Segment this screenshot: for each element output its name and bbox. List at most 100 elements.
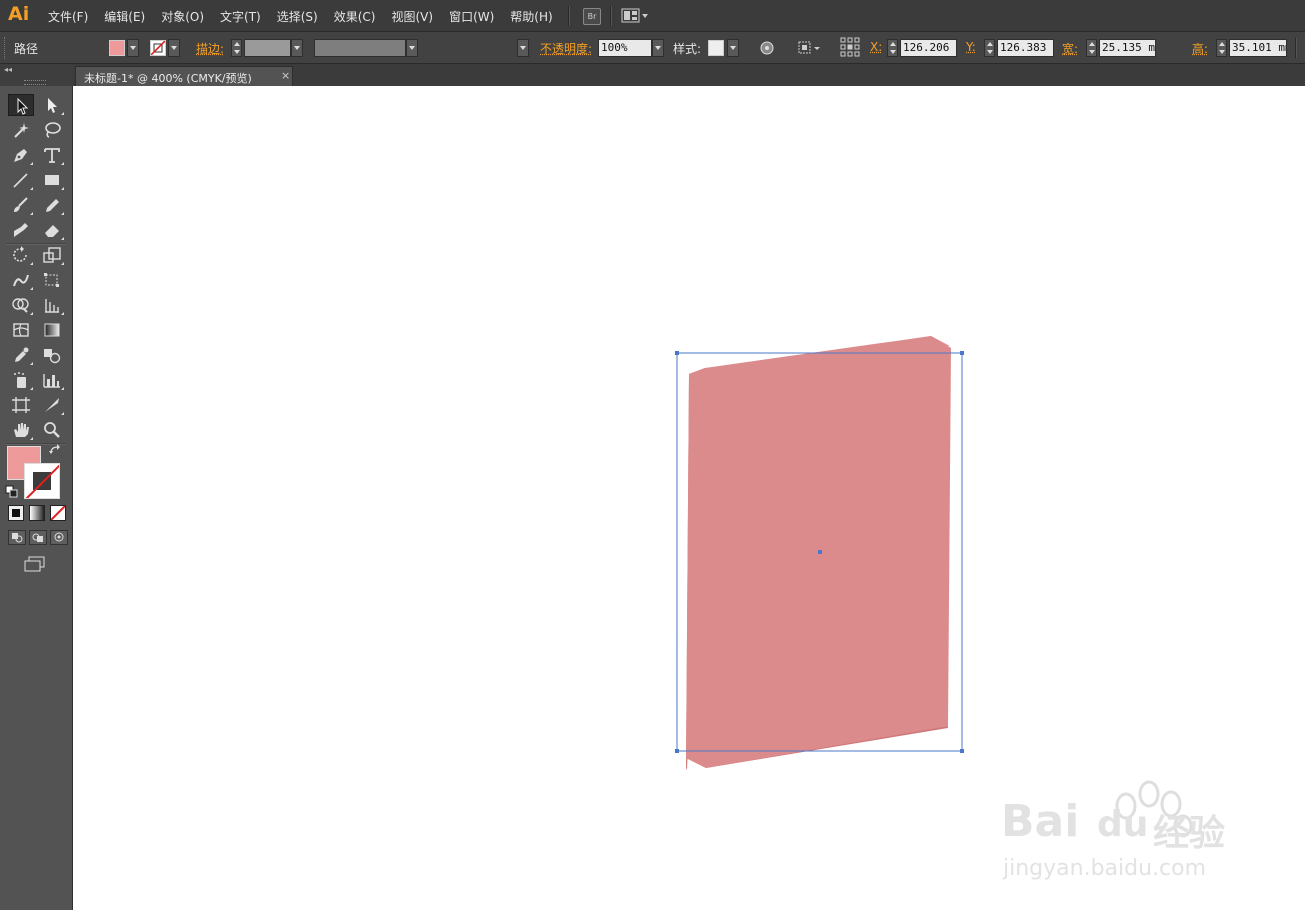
control-bar-grip[interactable] xyxy=(4,37,8,59)
tools-panel-grip[interactable] xyxy=(24,80,46,85)
variable-width-dropdown[interactable] xyxy=(406,39,418,57)
gradient-mode-button[interactable] xyxy=(29,505,45,521)
fill-color-swatch[interactable] xyxy=(109,40,125,56)
width-label[interactable]: 宽: xyxy=(1062,40,1078,57)
rotate-tool[interactable] xyxy=(8,244,34,266)
x-position-field[interactable]: 126.206 m xyxy=(900,39,957,57)
symbol-sprayer-tool[interactable] xyxy=(8,369,34,391)
line-segment-tool[interactable] xyxy=(8,169,34,191)
stroke-weight-dropdown[interactable] xyxy=(291,39,303,57)
y-position-label[interactable]: Y: xyxy=(966,40,976,54)
none-mode-button[interactable] xyxy=(50,505,66,521)
draw-inside-button[interactable] xyxy=(50,530,68,545)
stroke-color-swatch[interactable] xyxy=(150,40,166,56)
scale-icon xyxy=(43,247,61,263)
pencil-tool[interactable] xyxy=(39,194,65,216)
default-colors-button[interactable] xyxy=(5,485,19,499)
menu-type[interactable]: 文字(T) xyxy=(212,8,269,25)
document-tab[interactable]: 未标题-1* @ 400% (CMYK/预览) × xyxy=(75,66,293,86)
free-transform-tool[interactable] xyxy=(39,269,65,291)
swap-fill-stroke-button[interactable] xyxy=(48,443,62,457)
bridge-button[interactable]: Br xyxy=(583,8,601,25)
reference-point-button[interactable] xyxy=(840,37,860,57)
height-label[interactable]: 高: xyxy=(1192,40,1208,57)
control-bar-divider xyxy=(1295,38,1297,58)
slice-tool[interactable] xyxy=(39,394,65,416)
width-field[interactable]: 25.135 mm xyxy=(1099,39,1156,57)
mesh-icon xyxy=(13,323,29,337)
collapse-icon[interactable]: ◂◂ xyxy=(4,65,12,74)
menu-object[interactable]: 对象(O) xyxy=(153,8,212,25)
column-graph-tool[interactable] xyxy=(39,369,65,391)
opacity-dropdown[interactable] xyxy=(652,39,664,57)
artboard-tool[interactable] xyxy=(8,394,34,416)
zoom-tool[interactable] xyxy=(39,419,65,441)
draw-behind-button[interactable] xyxy=(29,530,47,545)
height-stepper[interactable] xyxy=(1216,39,1227,57)
stroke-weight-field[interactable] xyxy=(244,39,291,57)
height-field[interactable]: 35.101 mm xyxy=(1229,39,1287,57)
menu-help[interactable]: 帮助(H) xyxy=(502,8,560,25)
align-to-button[interactable] xyxy=(796,38,824,58)
shape-builder-tool[interactable] xyxy=(8,294,34,316)
stroke-weight-label[interactable]: 描边: xyxy=(196,40,224,57)
shape-builder-icon xyxy=(12,298,29,313)
menu-effect[interactable]: 效果(C) xyxy=(326,8,384,25)
recolor-artwork-button[interactable] xyxy=(757,38,777,58)
selection-tool[interactable] xyxy=(8,94,34,116)
menu-view[interactable]: 视图(V) xyxy=(383,8,441,25)
blend-tool[interactable] xyxy=(39,344,65,366)
menu-select[interactable]: 选择(S) xyxy=(269,8,326,25)
menu-window[interactable]: 窗口(W) xyxy=(441,8,502,25)
type-tool[interactable] xyxy=(39,144,65,166)
blob-brush-tool[interactable] xyxy=(8,219,34,241)
menu-file[interactable]: 文件(F) xyxy=(40,8,96,25)
stroke-weight-stepper[interactable] xyxy=(231,39,242,57)
bounding-handle[interactable] xyxy=(675,749,679,753)
tools-panel-header[interactable]: ◂◂ xyxy=(0,64,73,86)
paintbrush-tool[interactable] xyxy=(8,194,34,216)
stroke-dropdown-arrow[interactable] xyxy=(168,39,180,57)
y-position-stepper[interactable] xyxy=(984,39,995,57)
draw-normal-button[interactable] xyxy=(8,530,26,545)
width-stepper[interactable] xyxy=(1086,39,1097,57)
eyedropper-tool[interactable] xyxy=(8,344,34,366)
workspace-switcher-button[interactable] xyxy=(621,8,651,24)
change-screen-mode-button[interactable] xyxy=(23,555,47,573)
x-position-stepper[interactable] xyxy=(887,39,898,57)
center-point xyxy=(818,550,822,554)
variable-width-profile[interactable] xyxy=(314,39,406,57)
brush-definition-dropdown[interactable] xyxy=(517,39,529,57)
x-position-label[interactable]: X: xyxy=(870,40,882,54)
pen-tool[interactable] xyxy=(8,144,34,166)
direct-selection-tool[interactable] xyxy=(39,94,65,116)
graphic-style-dropdown[interactable] xyxy=(727,39,739,57)
bounding-handle[interactable] xyxy=(960,749,964,753)
eyedropper-icon xyxy=(15,347,29,362)
opacity-label[interactable]: 不透明度: xyxy=(540,40,592,57)
opacity-field[interactable]: 100% xyxy=(598,39,652,57)
graphic-style-swatch[interactable] xyxy=(708,40,724,56)
rectangle-tool[interactable] xyxy=(39,169,65,191)
mesh-tool[interactable] xyxy=(8,319,34,341)
perspective-grid-tool[interactable] xyxy=(39,294,65,316)
workspace-layout-icon xyxy=(621,8,648,23)
scale-tool[interactable] xyxy=(39,244,65,266)
gradient-tool[interactable] xyxy=(39,319,65,341)
bounding-handle[interactable] xyxy=(960,351,964,355)
eraser-tool[interactable] xyxy=(39,219,65,241)
color-mode-button[interactable] xyxy=(8,505,24,521)
hand-tool[interactable] xyxy=(8,419,34,441)
bounding-handle[interactable] xyxy=(675,351,679,355)
menu-items: 文件(F) 编辑(E) 对象(O) 文字(T) 选择(S) 效果(C) 视图(V… xyxy=(40,0,561,32)
stroke-swatch[interactable] xyxy=(24,463,60,499)
document-tab-bar: 未标题-1* @ 400% (CMYK/预览) × xyxy=(73,64,1305,86)
magic-wand-tool[interactable] xyxy=(8,119,34,141)
warp-tool[interactable] xyxy=(8,269,34,291)
lasso-tool[interactable] xyxy=(39,119,65,141)
close-tab-icon[interactable]: × xyxy=(281,69,290,82)
menu-edit[interactable]: 编辑(E) xyxy=(96,8,153,25)
fill-dropdown-arrow[interactable] xyxy=(127,39,139,57)
y-position-field[interactable]: 126.383 m xyxy=(997,39,1054,57)
document-canvas[interactable]: Bai du 经验 jingyan.baidu.com xyxy=(73,86,1305,910)
